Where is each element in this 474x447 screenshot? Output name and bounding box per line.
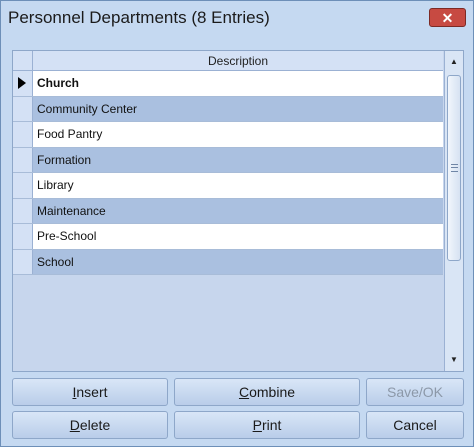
cancel-label: Cancel	[393, 417, 437, 433]
row-description: Pre-School	[37, 229, 97, 243]
row-description: Food Pantry	[37, 127, 103, 141]
insert-label: nsert	[76, 384, 108, 400]
close-button[interactable]: ✕	[429, 8, 466, 27]
title-bar: Personnel Departments (8 Entries) ✕	[1, 1, 473, 35]
grid-header: Description	[13, 51, 443, 71]
combine-label: ombine	[249, 384, 296, 400]
row-description: Formation	[37, 152, 92, 167]
row-pointer-icon	[18, 77, 26, 89]
row-indicator	[13, 122, 33, 147]
table-row[interactable]: Community Center	[13, 96, 443, 122]
cancel-button[interactable]: Cancel	[366, 411, 464, 439]
delete-button[interactable]: Delete	[12, 411, 168, 439]
row-indicator	[13, 198, 33, 223]
combine-accel: C	[238, 384, 250, 400]
row-description: Church	[37, 76, 79, 90]
combine-button[interactable]: Combine	[174, 378, 360, 406]
print-label: rint	[261, 417, 282, 433]
row-description: Maintenance	[37, 203, 106, 218]
close-icon: ✕	[441, 10, 454, 26]
table-row[interactable]: School	[13, 249, 443, 275]
table-row[interactable]: Library	[13, 173, 443, 199]
row-indicator	[13, 71, 33, 96]
row-indicator	[13, 224, 33, 249]
table-row[interactable]: Pre-School	[13, 224, 443, 250]
table-row[interactable]: Food Pantry	[13, 122, 443, 148]
dialog-window: Personnel Departments (8 Entries) ✕ Desc…	[0, 0, 474, 447]
indicator-column-header	[13, 51, 33, 71]
description-column-header[interactable]: Description	[33, 51, 443, 71]
departments-grid: Description Church Community Center Food…	[12, 50, 464, 372]
thumb-grip-icon	[451, 164, 458, 172]
delete-label: elete	[79, 417, 111, 433]
grid-rows: Church Community Center Food Pantry Form…	[13, 71, 443, 275]
print-accel: P	[252, 417, 262, 433]
delete-accel: D	[69, 417, 80, 433]
save-ok-button[interactable]: Save/OK	[366, 378, 464, 406]
print-button[interactable]: Print	[174, 411, 360, 439]
vertical-scrollbar[interactable]: ▲ ▼	[444, 51, 463, 371]
row-indicator	[13, 249, 33, 274]
row-description: Community Center	[37, 101, 138, 116]
scroll-down-icon[interactable]: ▼	[445, 351, 463, 369]
table-row[interactable]: Formation	[13, 147, 443, 173]
insert-button[interactable]: Insert	[12, 378, 168, 406]
window-title: Personnel Departments (8 Entries)	[8, 8, 270, 27]
row-description: Library	[37, 178, 74, 192]
scrollbar-thumb[interactable]	[447, 75, 461, 261]
row-indicator	[13, 147, 33, 172]
table-row[interactable]: Maintenance	[13, 198, 443, 224]
scroll-up-icon[interactable]: ▲	[445, 53, 463, 71]
row-indicator	[13, 96, 33, 121]
table-row[interactable]: Church	[13, 71, 443, 97]
row-description: School	[37, 254, 74, 269]
row-indicator	[13, 173, 33, 198]
save-ok-label: Save/OK	[386, 384, 444, 400]
